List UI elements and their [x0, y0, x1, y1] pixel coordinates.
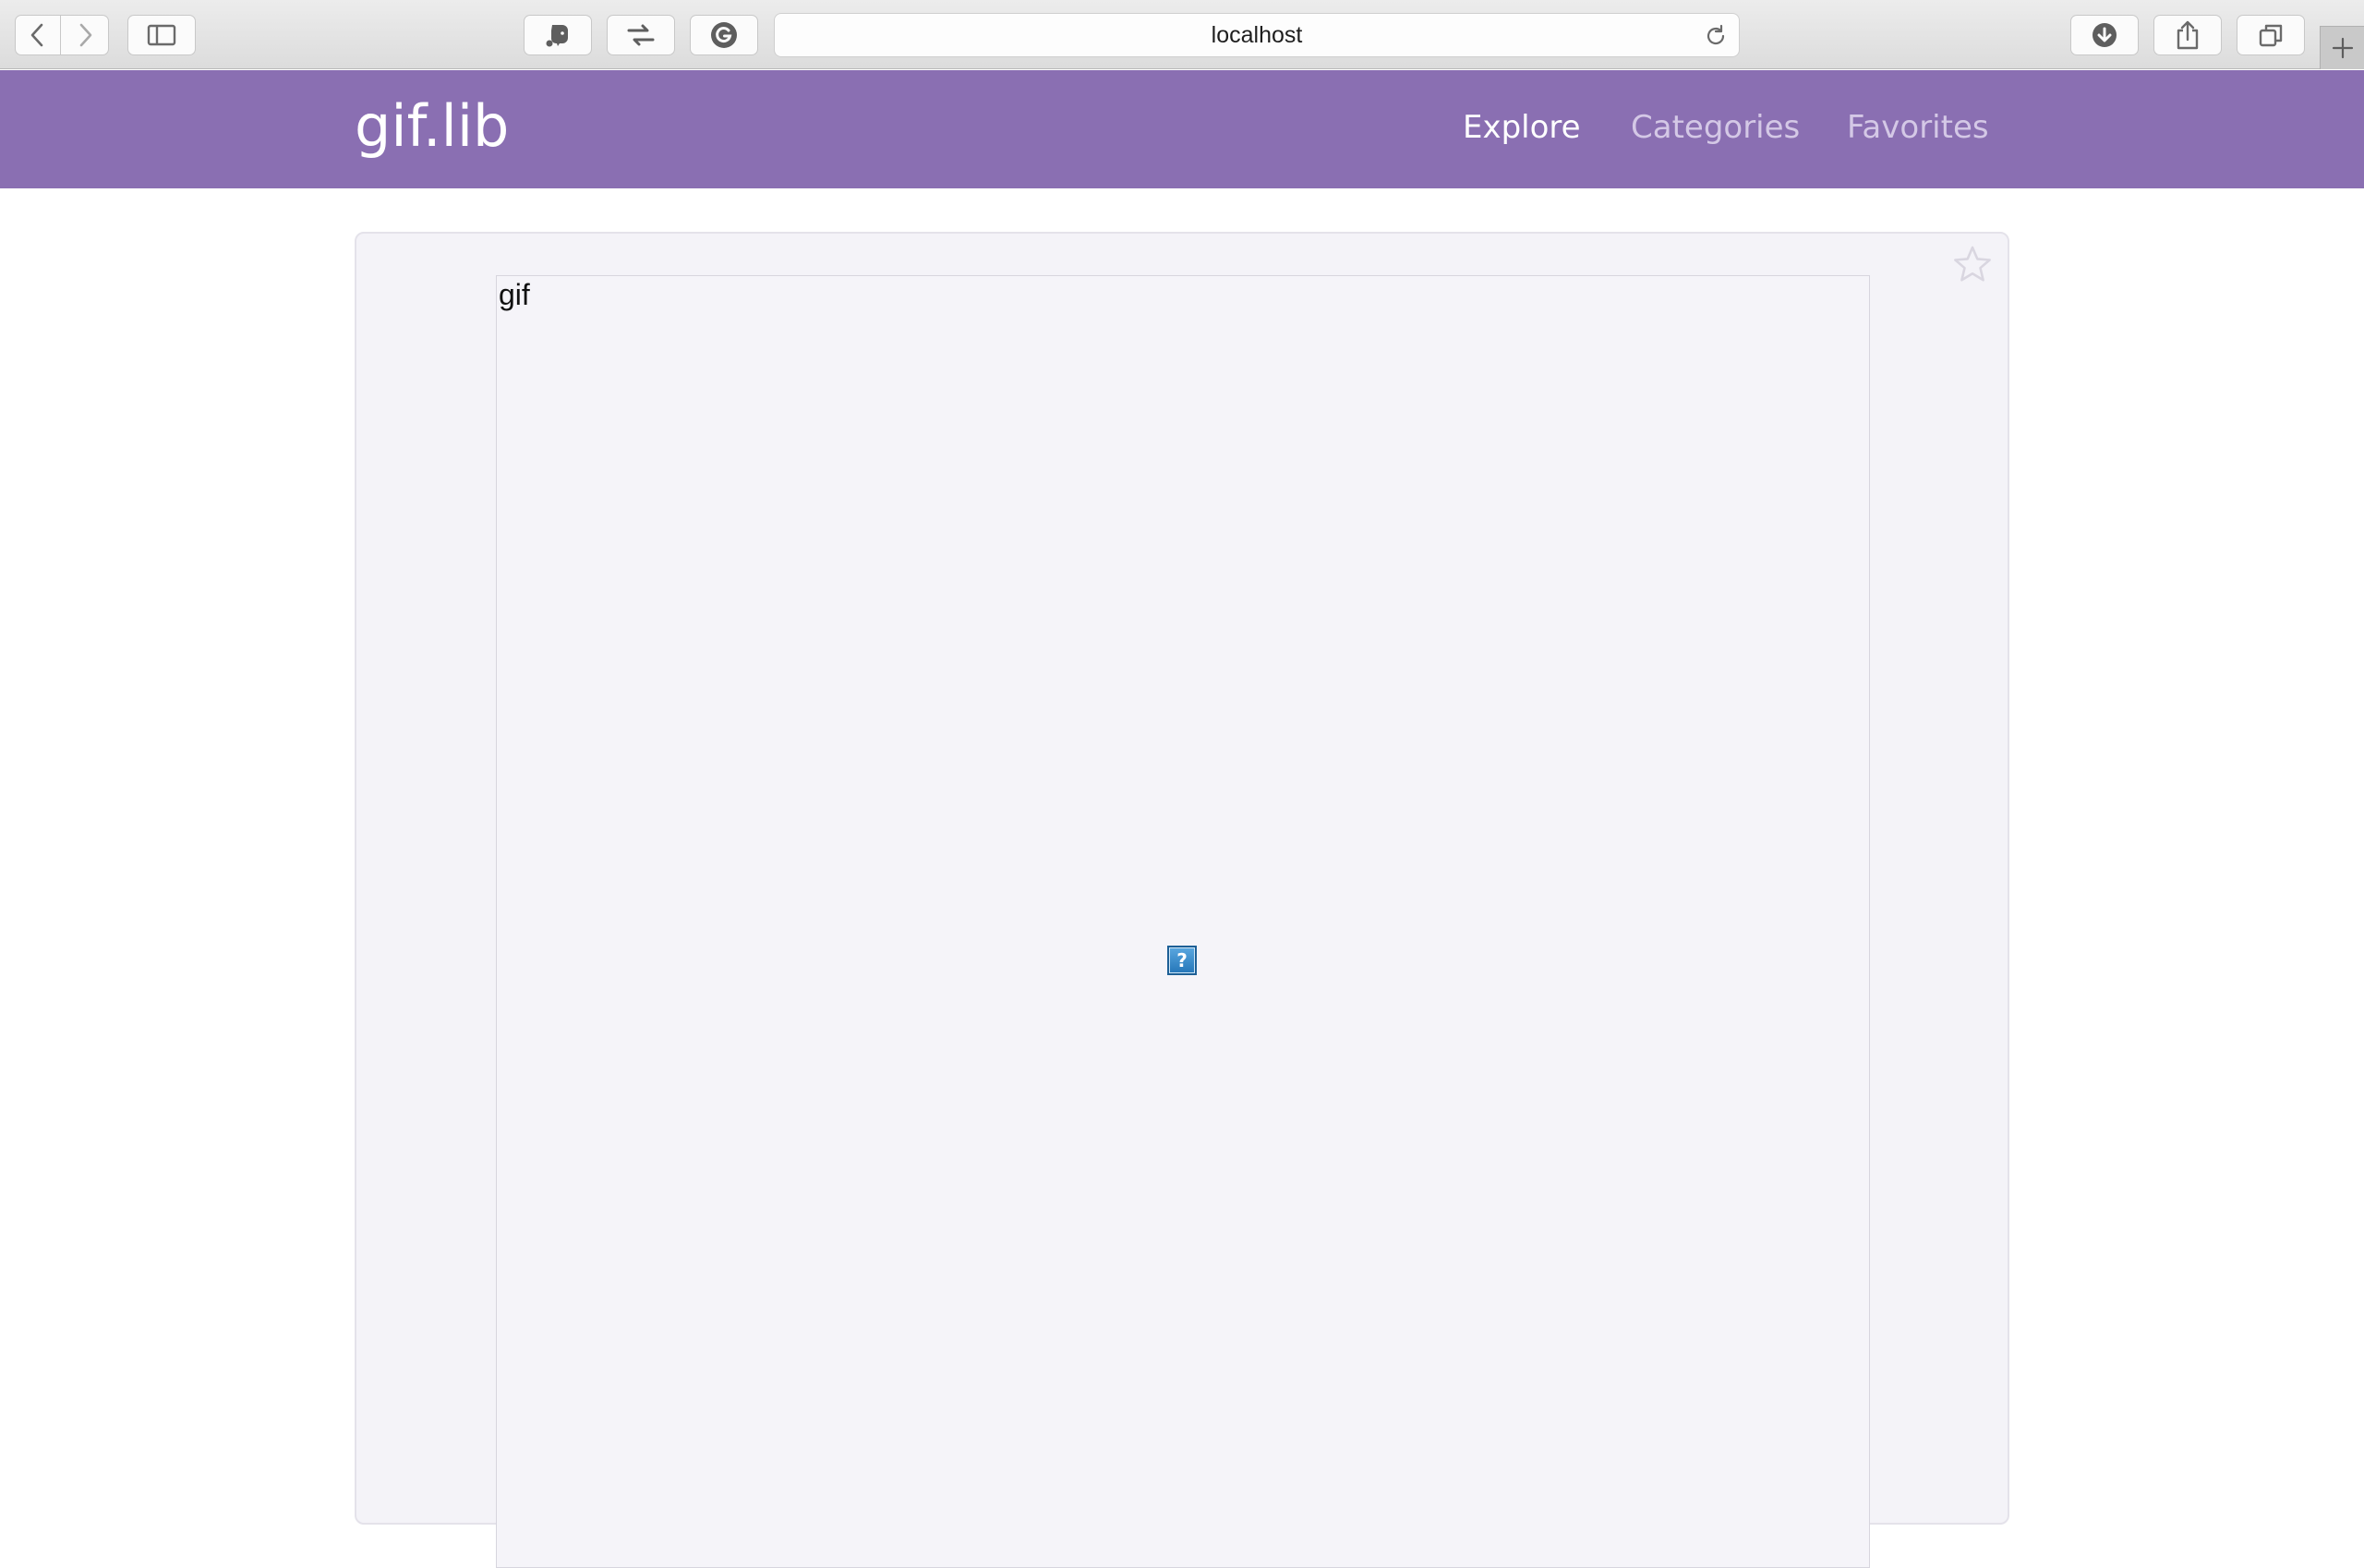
site-header: gif.lib Explore Categories Favorites: [0, 70, 2364, 188]
gif-card: gif ?: [355, 232, 2009, 1568]
chevron-left-icon: [30, 23, 43, 47]
address-bar[interactable]: localhost: [774, 13, 1740, 57]
nav-explore[interactable]: Explore: [1463, 109, 1581, 146]
back-button[interactable]: [15, 15, 61, 55]
plus-icon: [2332, 37, 2353, 59]
new-tab-button[interactable]: [2320, 26, 2364, 69]
grammarly-button[interactable]: [690, 15, 758, 55]
sidebar-button[interactable]: [127, 15, 196, 55]
downloads-button[interactable]: [2070, 15, 2139, 55]
gif-image[interactable]: gif ?: [496, 275, 1870, 1568]
grammarly-icon: [711, 22, 737, 48]
brand-logo[interactable]: gif.lib: [355, 92, 509, 160]
evernote-button[interactable]: [524, 15, 592, 55]
reload-icon[interactable]: [1704, 24, 1728, 48]
nav-favorites[interactable]: Favorites: [1847, 109, 1989, 146]
download-icon: [2093, 23, 2117, 47]
forward-button[interactable]: [61, 15, 109, 55]
gif-alt-text: gif: [499, 278, 530, 311]
chevron-right-icon: [79, 23, 91, 47]
broken-image-glyph: ?: [1176, 949, 1188, 971]
tabs-icon: [2259, 24, 2283, 47]
star-outline-icon[interactable]: [1950, 243, 1995, 287]
sidebar-icon: [147, 24, 176, 46]
transfer-button[interactable]: [607, 15, 675, 55]
nav-categories[interactable]: Categories: [1631, 109, 1800, 146]
swap-arrows-icon: [627, 24, 655, 46]
url-text: localhost: [1211, 21, 1303, 48]
share-button[interactable]: [2153, 15, 2222, 55]
browser-toolbar: localhost: [0, 0, 2364, 69]
share-icon: [2177, 20, 2199, 50]
tabs-overview-button[interactable]: [2237, 15, 2305, 55]
evernote-icon: [546, 25, 568, 47]
broken-image-icon: ?: [1167, 946, 1197, 975]
